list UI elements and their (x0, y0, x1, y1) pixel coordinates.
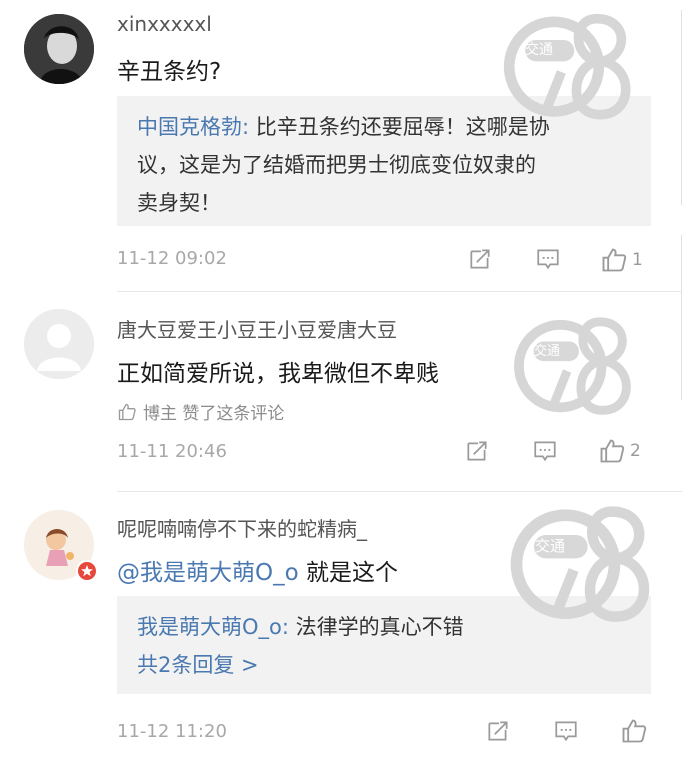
reply-text: 比辛丑条约还要屈辱！这哪是协 (249, 115, 550, 139)
more-replies-link[interactable]: 共2条回复 > (137, 653, 259, 677)
comment-item: 呢呢喃喃停不下来的蛇精病_ @我是萌大萌O_o 就是这个 我是萌大萌O_o: 法… (0, 492, 682, 759)
like-button[interactable] (620, 717, 652, 745)
username[interactable]: xinxxxxxl (117, 12, 212, 36)
default-avatar-icon (24, 309, 94, 379)
thumbs-up-icon (600, 246, 628, 274)
comment-button[interactable] (553, 718, 579, 744)
forward-button[interactable] (467, 246, 493, 272)
timestamp: 11-12 11:20 (117, 721, 227, 742)
username[interactable]: 唐大豆爱王小豆王小豆爱唐大豆 (117, 314, 397, 343)
author-liked-text: 博主 赞了这条评论 (143, 404, 285, 424)
thumbs-up-icon (117, 402, 137, 422)
reply-text: 卖身契！ (137, 191, 221, 215)
comment-text: @我是萌大萌O_o 就是这个 (117, 553, 398, 587)
mention-link[interactable]: @我是萌大萌O_o (117, 560, 299, 586)
comment-item: xinxxxxxl 辛丑条约? 中国克格勃: 比辛丑条约还要屈辱！这哪是协 议，… (0, 0, 682, 290)
timestamp: 11-11 20:46 (117, 441, 227, 462)
reply-author-link[interactable]: 中国克格勃: (137, 115, 249, 139)
forward-button[interactable] (485, 718, 511, 744)
watermark-badge: 交通 (534, 344, 561, 359)
like-count: 2 (630, 441, 641, 461)
comment-item: 唐大豆爱王小豆王小豆爱唐大豆 正如简爱所说，我卑微但不卑贱 博主 赞了这条评论 … (0, 292, 682, 492)
watermark-logo (505, 312, 645, 430)
reply-text: 议，这是为了结婚而把男士彻底变位奴隶的 (137, 153, 536, 177)
watermark-badge: 交通 (535, 537, 566, 555)
forward-icon (467, 246, 493, 272)
author-liked-note: 博主 赞了这条评论 (117, 399, 284, 424)
avatar-badge-icon (81, 565, 93, 577)
avatar-image (24, 14, 94, 84)
forward-button[interactable] (464, 438, 490, 464)
reply-text: 法律学的真心不错 (288, 615, 464, 639)
comment-icon (532, 438, 558, 464)
thumbs-up-icon (620, 717, 648, 745)
like-button[interactable]: 1 (600, 246, 643, 274)
avatar[interactable] (24, 14, 94, 84)
username[interactable]: 呢呢喃喃停不下来的蛇精病_ (117, 513, 367, 542)
comment-icon (553, 718, 579, 744)
avatar[interactable] (24, 309, 94, 379)
comment-icon (535, 246, 561, 272)
comment-button[interactable] (532, 438, 558, 464)
like-count: 1 (632, 250, 643, 270)
reply-preview[interactable]: 中国克格勃: 比辛丑条约还要屈辱！这哪是协 议，这是为了结婚而把男士彻底变位奴隶… (117, 96, 651, 226)
verified-badge (76, 560, 98, 582)
reply-preview[interactable]: 我是萌大萌O_o: 法律学的真心不错 共2条回复 > (117, 596, 651, 694)
reply-author-link[interactable]: 我是萌大萌O_o: (137, 615, 289, 639)
comment-text: 辛丑条约? (117, 59, 222, 85)
comment-text: 正如简爱所说，我卑微但不卑贱 (117, 361, 439, 387)
thumbs-up-icon (598, 437, 626, 465)
timestamp: 11-12 09:02 (117, 248, 227, 269)
like-button[interactable]: 2 (598, 437, 641, 465)
comment-button[interactable] (535, 246, 561, 272)
forward-icon (485, 718, 511, 744)
comment-text-tail: 就是这个 (298, 560, 398, 586)
forward-icon (464, 438, 490, 464)
watermark-badge: 交通 (525, 42, 553, 58)
